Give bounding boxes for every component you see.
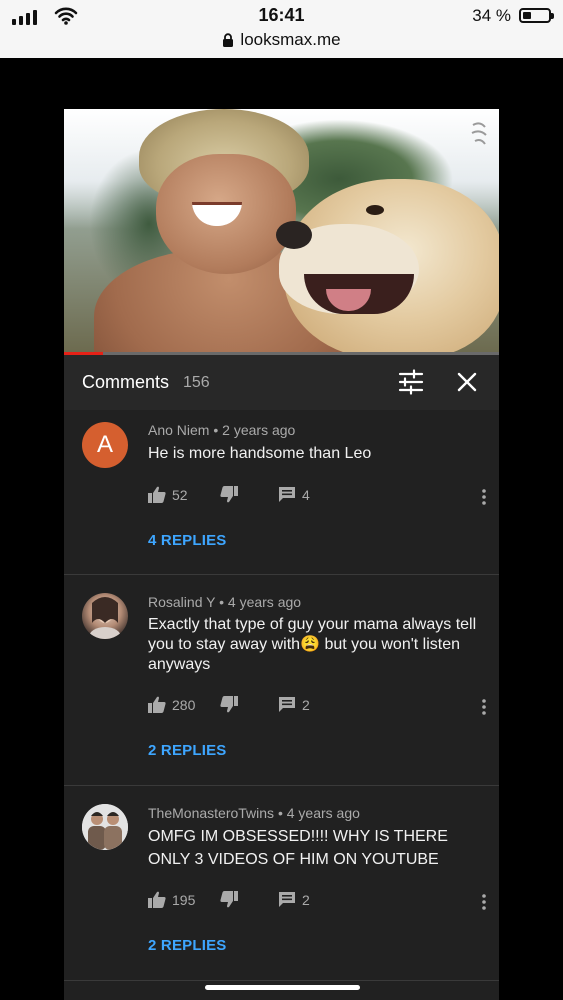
more-options-icon[interactable] [481,698,487,716]
status-bar: 16:41 34 % looksmax.me [0,0,563,58]
comment-icon [279,487,295,502]
watermark-logo [467,119,493,155]
more-options-icon[interactable] [481,893,487,911]
reply-button[interactable]: 2 [278,891,310,908]
comment-author[interactable]: TheMonasteroTwins [148,805,274,821]
battery-icon [519,8,554,23]
comment-author[interactable]: Ano Niem [148,422,209,438]
comments-count: 156 [183,374,210,391]
comment-text: Exactly that type of guy your mama alway… [148,616,477,673]
comment-meta: TheMonasteroTwins • 4 years ago [148,805,360,821]
comment-actions: 52 4 [148,486,486,508]
comment-icon [279,892,295,907]
reply-button[interactable]: 2 [278,696,310,713]
reply-count: 2 [302,696,310,713]
comment-text: He is more handsome than Leo [148,445,372,462]
meta-separator: • [277,805,283,821]
comment-item: A Ano Niem • 2 years ago He is more hand… [64,410,499,575]
comments-panel: Comments 156 A Ano Niem • 2 years ago He… [64,355,499,1000]
dislike-button[interactable] [220,891,238,908]
view-replies-link[interactable]: 2 REPLIES [148,742,227,759]
comments-title: Comments [82,372,170,392]
avatar[interactable] [82,804,128,850]
view-replies-link[interactable]: 4 REPLIES [148,532,227,549]
comment-author[interactable]: Rosalind Y [148,594,215,610]
thumbs-down-icon [220,891,238,908]
reply-count: 2 [302,891,310,908]
like-button[interactable]: 52 [148,486,188,503]
comment-age: 4 years ago [227,594,302,610]
like-count: 195 [172,891,196,908]
comment-meta: Ano Niem • 2 years ago [148,422,295,438]
lock-icon [223,33,234,48]
url-text: looksmax.me [240,30,341,49]
like-button[interactable]: 195 [148,891,195,908]
comment-actions: 280 2 [148,696,486,718]
dislike-button[interactable] [220,696,238,713]
sliders-icon[interactable] [397,369,425,395]
view-replies-link[interactable]: 2 REPLIES [148,937,227,954]
avatar[interactable]: A [82,422,128,468]
meta-separator: • [219,594,224,610]
divider [64,980,499,981]
comment-item: Rosalind Y • 4 years ago Exactly that ty… [64,575,499,785]
comment-item: TheMonasteroTwins • 4 years ago OMFG IM … [64,786,499,981]
home-indicator[interactable] [205,985,360,990]
comments-header: Comments 156 [64,355,499,410]
comment-age: 2 years ago [222,422,296,438]
meta-separator: • [213,422,219,438]
reply-count: 4 [302,486,310,503]
dislike-button[interactable] [220,486,238,503]
avatar[interactable] [82,593,128,639]
address-bar[interactable]: looksmax.me [0,30,563,50]
thumbs-down-icon [220,486,238,503]
reply-button[interactable]: 4 [278,486,310,503]
like-button[interactable]: 280 [148,696,195,713]
thumbs-down-icon [220,696,238,713]
thumbs-up-icon [148,696,166,713]
like-count: 280 [172,696,196,713]
comment-text: OMFG IM OBSESSED!!!! WHY IS THERE ONLY 3… [148,828,448,868]
close-icon[interactable] [453,368,481,396]
more-options-icon[interactable] [481,488,487,506]
thumbs-up-icon [148,891,166,908]
like-count: 52 [172,486,188,503]
video-player[interactable] [64,109,499,354]
battery-percentage: 34 % [472,6,511,25]
comment-icon [279,697,295,712]
thumbs-up-icon [148,486,166,503]
comment-actions: 195 2 [148,891,486,913]
comment-meta: Rosalind Y • 4 years ago [148,594,301,610]
comment-age: 4 years ago [286,805,360,821]
